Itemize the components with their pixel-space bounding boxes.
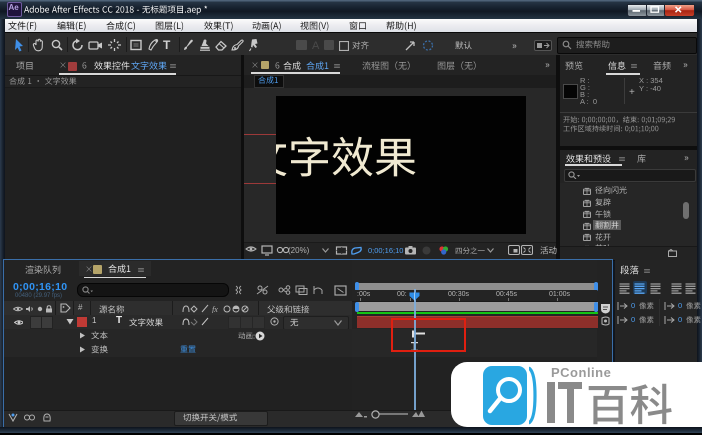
svg-text:A: A: [312, 40, 320, 52]
svg-text:fx: fx: [212, 305, 218, 313]
